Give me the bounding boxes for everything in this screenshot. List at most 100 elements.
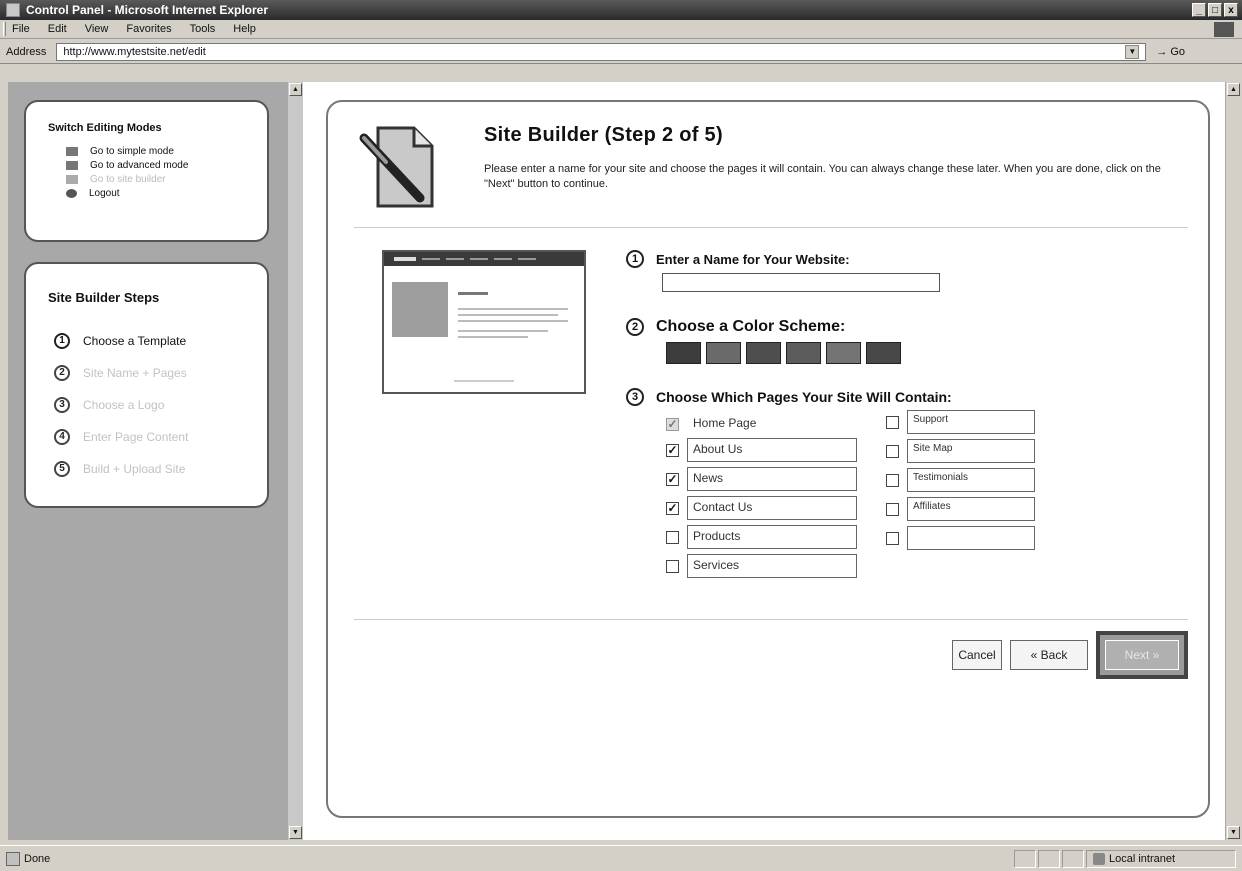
maximize-button[interactable]: □: [1208, 3, 1222, 17]
menu-tools[interactable]: Tools: [190, 23, 216, 35]
website-name-question: 1 Enter a Name for Your Website:: [626, 250, 850, 268]
next-button[interactable]: Next »: [1105, 640, 1179, 670]
step-number-icon: 1: [54, 333, 70, 349]
color-swatch-2[interactable]: [706, 342, 741, 364]
address-url: http://www.mytestsite.net/edit: [63, 45, 206, 58]
template-preview: [382, 250, 586, 394]
page-name-field[interactable]: Support: [907, 410, 1035, 434]
page-done-icon: [6, 851, 20, 866]
page-option-sitemap: Site Map: [886, 439, 1035, 463]
page-checkbox[interactable]: ✓: [666, 501, 679, 515]
page-name-field[interactable]: [907, 526, 1035, 550]
address-dropdown-icon[interactable]: ▼: [1125, 44, 1140, 59]
step-label: Enter Page Content: [83, 430, 189, 444]
mode-label: Go to simple mode: [90, 145, 174, 157]
page-checkbox[interactable]: [886, 502, 899, 516]
color-swatch-3[interactable]: [746, 342, 781, 364]
question-label: Choose Which Pages Your Site Will Contai…: [656, 389, 952, 405]
windows-logo-icon: [1214, 22, 1234, 37]
address-input[interactable]: http://www.mytestsite.net/edit ▼: [56, 42, 1147, 61]
step-item-1[interactable]: 1 Choose a Template: [54, 325, 267, 357]
scroll-down-icon[interactable]: ▼: [1227, 826, 1240, 839]
cancel-button[interactable]: Cancel: [952, 640, 1002, 670]
mode-logout[interactable]: Logout: [66, 186, 267, 200]
page-name-field[interactable]: Site Map: [907, 439, 1035, 463]
back-button[interactable]: « Back: [1010, 640, 1088, 670]
page-checkbox: ✓: [666, 416, 679, 431]
page-name-field[interactable]: Contact Us: [687, 496, 857, 520]
step-item-5: 5 Build + Upload Site: [54, 453, 267, 485]
color-swatch-1[interactable]: [666, 342, 701, 364]
scroll-up-icon[interactable]: ▲: [1227, 83, 1240, 96]
builder-steps-panel: Site Builder Steps 1 Choose a Template 2…: [24, 262, 269, 508]
page-name-label: Home Page: [693, 416, 757, 430]
page-name-field[interactable]: About Us: [687, 438, 857, 462]
ie-icon: [6, 3, 20, 17]
page-option-services: Services: [666, 554, 857, 578]
page-checkbox[interactable]: ✓: [666, 472, 679, 486]
content-frame: Site Builder (Step 2 of 5) Please enter …: [303, 82, 1225, 840]
window-controls: _ □ x: [1192, 3, 1238, 17]
advanced-mode-icon: [66, 160, 78, 170]
page-name-field[interactable]: Affiliates: [907, 497, 1035, 521]
color-swatch-5[interactable]: [826, 342, 861, 364]
page-checkbox[interactable]: [886, 444, 899, 458]
intro-text: Please enter a name for your site and ch…: [484, 163, 1161, 190]
question-label: Enter a Name for Your Website:: [656, 251, 850, 267]
minimize-button[interactable]: _: [1192, 3, 1206, 17]
page-title: Site Builder (Step 2 of 5): [484, 124, 723, 146]
status-cell: [1038, 849, 1060, 868]
step-number-icon: 5: [54, 461, 70, 477]
step-number-icon: 3: [54, 397, 70, 413]
page-scrollbar[interactable]: ▲ ▼: [1225, 82, 1240, 840]
page-checkbox[interactable]: [886, 531, 899, 545]
page-name-field[interactable]: Products: [687, 525, 857, 549]
address-bar: Address http://www.mytestsite.net/edit ▼…: [0, 40, 1242, 64]
site-builder-card: Site Builder (Step 2 of 5) Please enter …: [326, 100, 1210, 818]
site-builder-icon: [66, 174, 78, 184]
mode-list: Go to simple mode Go to advanced mode Go…: [66, 144, 267, 200]
mode-label: Logout: [89, 187, 120, 199]
page-name-field[interactable]: News: [687, 467, 857, 491]
toolbar-grip[interactable]: [3, 22, 6, 36]
page-checkbox[interactable]: [886, 473, 899, 487]
step-number-icon: 4: [54, 429, 70, 445]
page-checkbox[interactable]: ✓: [666, 443, 679, 457]
menu-help[interactable]: Help: [233, 23, 256, 35]
menu-edit[interactable]: Edit: [48, 23, 67, 35]
mode-site-builder: Go to site builder: [66, 172, 267, 186]
page-name-field[interactable]: Testimonials: [907, 468, 1035, 492]
window-titlebar: Control Panel - Microsoft Internet Explo…: [0, 0, 1242, 20]
menu-file[interactable]: File: [12, 23, 30, 35]
question-number-icon: 3: [626, 388, 644, 406]
page-checkbox[interactable]: [666, 559, 679, 573]
mode-advanced[interactable]: Go to advanced mode: [66, 158, 267, 172]
sidebar-scrollbar[interactable]: ▲ ▼: [288, 82, 303, 840]
page-checkbox[interactable]: [886, 415, 899, 429]
color-swatch-6[interactable]: [866, 342, 901, 364]
menu-bar: File Edit View Favorites Tools Help: [0, 20, 1242, 39]
close-button[interactable]: x: [1224, 3, 1238, 17]
scroll-up-icon[interactable]: ▲: [289, 83, 302, 96]
step-number-icon: 2: [54, 365, 70, 381]
mode-simple[interactable]: Go to simple mode: [66, 144, 267, 158]
website-name-input[interactable]: [662, 273, 940, 292]
color-swatches: [666, 342, 901, 364]
question-number-icon: 2: [626, 318, 644, 336]
page-option-affiliates: Affiliates: [886, 497, 1035, 521]
menu-view[interactable]: View: [85, 23, 109, 35]
page-option-news: ✓ News: [666, 467, 857, 491]
go-button[interactable]: → Go: [1156, 46, 1185, 58]
color-swatch-4[interactable]: [786, 342, 821, 364]
mode-label: Go to site builder: [90, 173, 166, 185]
page-checkbox[interactable]: [666, 530, 679, 544]
page-name-field[interactable]: Services: [687, 554, 857, 578]
status-text: Done: [24, 852, 51, 865]
page-option-products: Products: [666, 525, 857, 549]
menu-favorites[interactable]: Favorites: [126, 23, 171, 35]
mode-label: Go to advanced mode: [90, 159, 189, 171]
step-item-4: 4 Enter Page Content: [54, 421, 267, 453]
question-label: Choose a Color Scheme:: [656, 318, 846, 335]
simple-mode-icon: [66, 146, 78, 156]
scroll-down-icon[interactable]: ▼: [289, 826, 302, 839]
